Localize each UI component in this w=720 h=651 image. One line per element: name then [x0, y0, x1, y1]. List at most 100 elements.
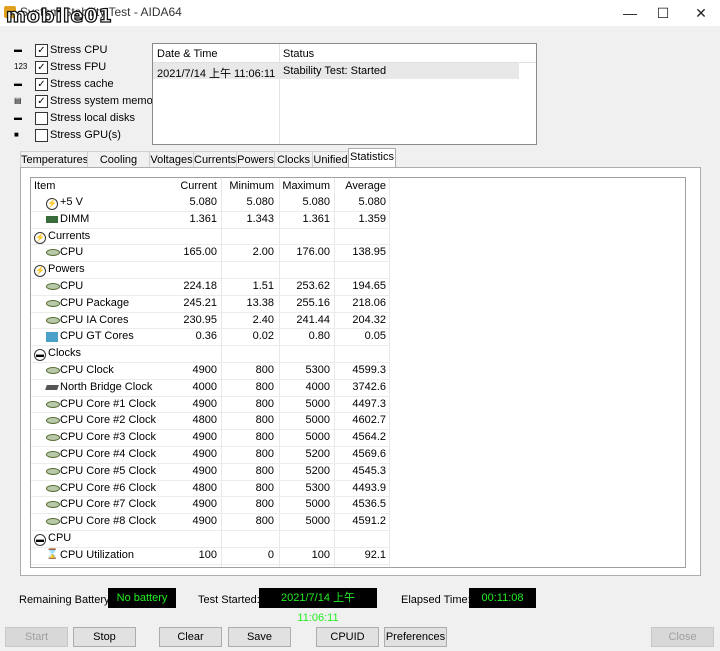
table-row[interactable]: CPU Clock 4900 800 5300 4599.3	[31, 363, 389, 380]
row-maximum: 241.44	[296, 313, 330, 326]
stop-button[interactable]: Stop	[73, 627, 136, 647]
row-minimum: 0	[221, 566, 274, 567]
row-average: 92.1	[364, 548, 386, 561]
table-row[interactable]: ▬ CPU	[31, 531, 389, 548]
table-row[interactable]: CPU Core #4 Clock 4900 800 5200 4569.6	[31, 447, 389, 464]
table-row[interactable]: CPU Core #3 Clock 4900 800 5000 4564.2	[31, 430, 389, 447]
row-maximum: 253.62	[296, 279, 330, 292]
table-row[interactable]: CPU Throttling 0 0 8 320.7	[31, 565, 389, 567]
row-maximum: 5200	[305, 447, 330, 460]
row-item: CPU Core #3 Clock	[60, 431, 156, 444]
row-current: 245.21	[183, 296, 217, 309]
col-item[interactable]: Item	[34, 180, 55, 192]
col-minimum[interactable]: Minimum	[221, 180, 274, 192]
col-average[interactable]: Average	[334, 180, 386, 192]
close-window-button[interactable]: ✕	[684, 0, 718, 26]
row-item: CPU	[48, 531, 72, 544]
voltage-icon: ⚡	[46, 198, 58, 210]
table-row[interactable]: CPU Core #8 Clock 4900 800 5000 4591.2	[31, 514, 389, 531]
stress-checkbox[interactable]: ✓	[35, 61, 48, 74]
table-row[interactable]: CPU Core #6 Clock 4800 800 5300 4493.9	[31, 481, 389, 498]
gpu-icon	[46, 332, 58, 343]
stress-checkbox[interactable]	[35, 129, 48, 142]
col-current[interactable]: Current	[159, 180, 217, 192]
stress-checkbox[interactable]: ✓	[35, 44, 48, 57]
row-average: 4545.3	[352, 464, 386, 477]
row-average: 320.7	[334, 566, 386, 567]
row-minimum: 800	[255, 464, 274, 477]
minimize-button[interactable]: —	[613, 0, 647, 26]
sensor-icon	[46, 282, 60, 290]
table-row[interactable]: CPU IA Cores 230.95 2.40 241.44 204.32	[31, 313, 389, 330]
table-row[interactable]: CPU 165.00 2.00 176.00 138.95	[31, 245, 389, 263]
row-item: Currents	[48, 229, 91, 242]
table-row[interactable]: CPU Core #2 Clock 4800 800 5000 4602.7	[31, 413, 389, 431]
table-row[interactable]: CPU 224.18 1.51 253.62 194.65	[31, 279, 389, 296]
table-row[interactable]: ▬ Clocks	[31, 346, 389, 363]
col-maximum[interactable]: Maximum	[279, 180, 330, 192]
start-button[interactable]: Start	[5, 627, 68, 647]
row-maximum: 176.00	[296, 246, 330, 259]
sensor-icon	[46, 501, 60, 509]
row-average: 3742.6	[352, 380, 386, 393]
save-button[interactable]: Save	[228, 627, 291, 647]
table-row[interactable]: CPU Core #5 Clock 4900 800 5200 4545.3	[31, 464, 389, 481]
cpu-group-icon: ▬	[34, 533, 46, 546]
battery-label: Remaining Battery:	[19, 594, 113, 606]
row-minimum: 800	[255, 380, 274, 393]
table-row[interactable]: ⌛ CPU Utilization 100 0 100 92.1	[31, 548, 389, 565]
row-current: 4000	[192, 380, 217, 393]
table-row[interactable]: ⚡ +5 V 5.080 5.080 5.080 5.080	[31, 195, 389, 212]
close-button[interactable]: Close	[651, 627, 714, 647]
chipset-icon	[45, 384, 59, 390]
cpuid-button[interactable]: CPUID	[316, 627, 379, 647]
grid-body: ⚡ +5 V 5.080 5.080 5.080 5.080 DIMM 1.361 1.343 1…	[31, 195, 681, 567]
elapsed-time-label: Elapsed Time:	[401, 594, 471, 606]
row-current: 4900	[192, 498, 217, 511]
cache-icon: ▬	[14, 79, 22, 88]
table-row[interactable]: CPU Core #7 Clock 4900 800 5000 4536.5	[31, 497, 389, 515]
log-row[interactable]: 2021/7/14 上午 11:06:11 Stability Test: St…	[153, 63, 519, 80]
stress-checkbox[interactable]	[35, 112, 48, 125]
table-row[interactable]: DIMM 1.361 1.343 1.361 1.359	[31, 212, 389, 229]
watermark-logo: mobile01	[5, 4, 113, 27]
row-item: DIMM	[60, 212, 90, 225]
table-row[interactable]: CPU Package 245.21 13.38 255.16 218.06	[31, 296, 389, 313]
tab-statistics[interactable]: Statistics	[348, 148, 396, 168]
row-current: 0.36	[195, 330, 217, 343]
row-minimum: 800	[255, 481, 274, 494]
stress-label: Stress FPU	[50, 61, 107, 73]
row-item: Clocks	[48, 347, 82, 360]
table-row[interactable]: CPU GT Cores 0.36 0.02 0.80 0.05	[31, 329, 389, 347]
row-average: 4497.3	[352, 397, 386, 410]
row-average: 4536.5	[352, 498, 386, 511]
log-col-datetime[interactable]: Date & Time	[157, 48, 218, 60]
event-log: Date & Time Status 2021/7/14 上午 11:06:11…	[152, 43, 537, 145]
battery-value: No battery	[108, 588, 176, 608]
maximize-button[interactable]: ☐	[646, 0, 680, 26]
sensor-icon	[46, 434, 60, 442]
sensor-icon	[46, 316, 60, 324]
preferences-button[interactable]: Preferences	[384, 627, 447, 647]
table-row[interactable]: CPU Core #1 Clock 4900 800 5000 4497.3	[31, 397, 389, 414]
row-item: CPU GT Cores	[60, 330, 134, 343]
sensor-icon	[46, 450, 60, 458]
table-row[interactable]: ⚡ Currents	[31, 229, 389, 246]
row-average: 218.06	[352, 296, 386, 309]
table-row[interactable]: North Bridge Clock 4000 800 4000 3742.6	[31, 380, 389, 397]
stress-checkbox[interactable]: ✓	[35, 78, 48, 91]
row-item: CPU Core #5 Clock	[60, 464, 156, 477]
row-minimum: 800	[255, 414, 274, 427]
row-item: +5 V	[60, 196, 83, 208]
sensor-icon	[46, 467, 60, 475]
row-item: Powers	[48, 263, 85, 276]
clear-button[interactable]: Clear	[159, 627, 222, 647]
log-col-status[interactable]: Status	[283, 48, 314, 60]
gpu-icon: ■	[14, 130, 19, 139]
statistics-grid: Item Current Minimum Maximum Average ⚡ +5…	[30, 177, 686, 568]
sensor-icon	[46, 400, 60, 408]
row-maximum: 1.361	[302, 212, 330, 225]
table-row[interactable]: ⚡ Powers	[31, 262, 389, 279]
row-average: 138.95	[352, 246, 386, 259]
stress-checkbox[interactable]: ✓	[35, 95, 48, 108]
